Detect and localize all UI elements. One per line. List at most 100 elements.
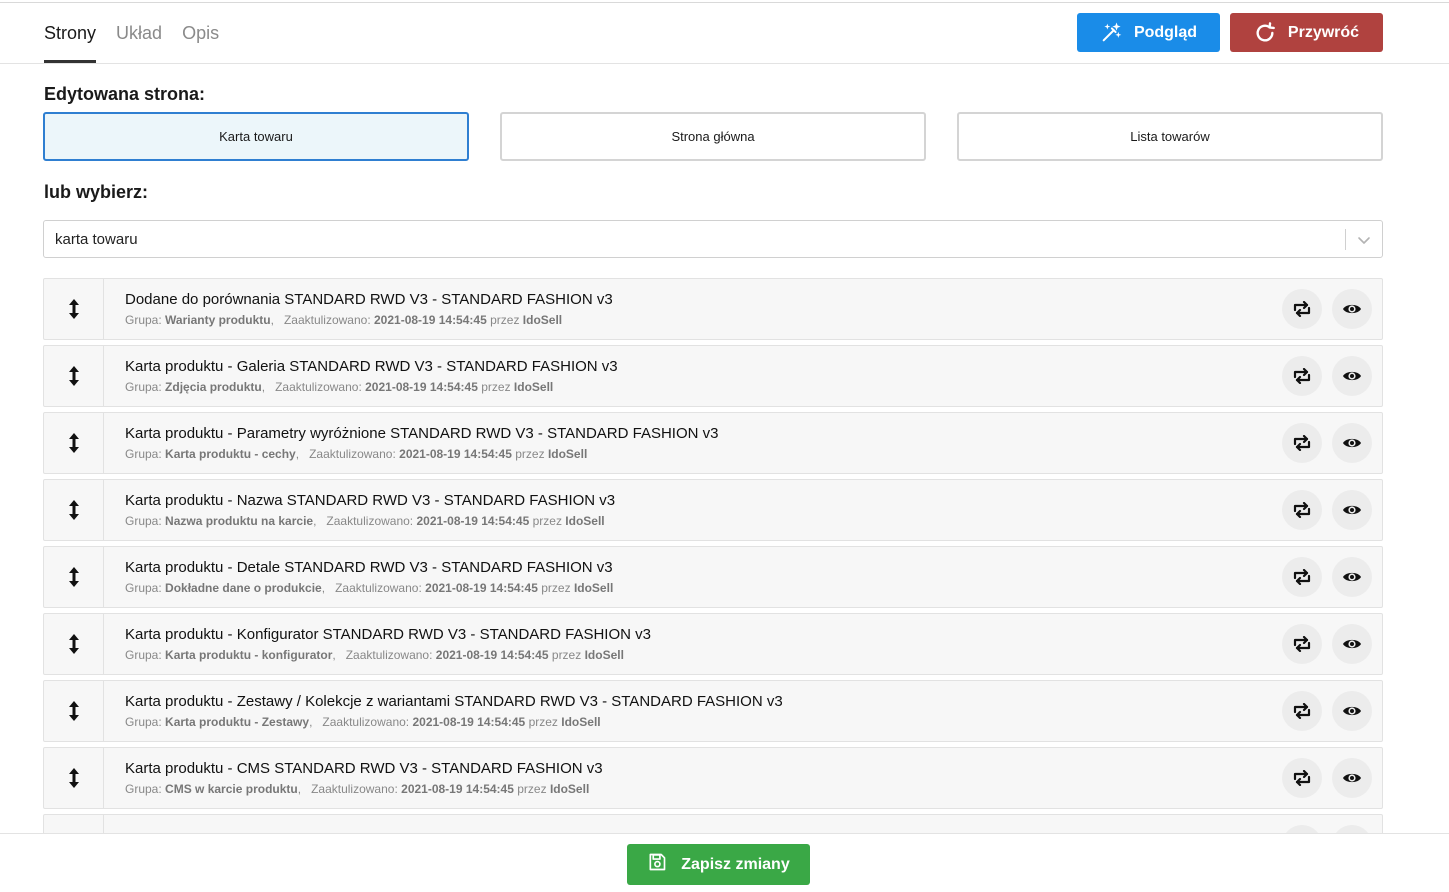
updated-label: Zaaktulizowano: — [345, 648, 433, 662]
tab-strony[interactable]: Strony — [44, 3, 97, 63]
save-icon — [647, 852, 667, 877]
module-row: Karta produktu - Parametry wyróżnione ST… — [43, 412, 1383, 474]
sync-icon[interactable] — [1282, 758, 1322, 798]
module-updated: 2021-08-19 14:54:45 — [399, 447, 512, 461]
eye-icon[interactable] — [1332, 825, 1372, 833]
sync-icon[interactable] — [1282, 691, 1322, 731]
module-row: Karta produktu - Zestawy / Kolekcje z wa… — [43, 680, 1383, 742]
module-author: IdoSell — [573, 581, 614, 595]
drag-handle-icon[interactable] — [44, 413, 104, 473]
module-title: Karta produktu - Detale STANDARD RWD V3 … — [125, 559, 613, 576]
save-button[interactable]: Zapisz zmiany — [627, 844, 810, 885]
eye-icon[interactable] — [1332, 490, 1372, 530]
preview-button[interactable]: Podgląd — [1077, 13, 1220, 52]
sync-icon[interactable] — [1282, 825, 1322, 833]
sync-icon[interactable] — [1282, 423, 1322, 463]
page-option-karta-towaru[interactable]: Karta towaru — [43, 112, 469, 161]
module-group: Karta produktu - cechy — [165, 447, 296, 461]
tab-uklad[interactable]: Układ — [116, 3, 162, 63]
module-row: Karta produktu - Detale STANDARD RWD V3 … — [43, 546, 1383, 608]
group-label: Grupa: — [125, 514, 162, 528]
select-divider — [1345, 229, 1346, 250]
tab-bar: Strony Układ Opis — [44, 3, 219, 63]
module-title: Karta produktu - Konfigurator STANDARD R… — [125, 626, 651, 643]
module-title: Karta produktu - Zestawy / Kolekcje z wa… — [125, 693, 783, 710]
group-label: Grupa: — [125, 648, 162, 662]
module-author: IdoSell — [547, 447, 588, 461]
sync-icon[interactable] — [1282, 624, 1322, 664]
sync-icon[interactable] — [1282, 356, 1322, 396]
module-group: Nazwa produktu na karcie — [165, 514, 314, 528]
module-meta: Grupa: Zdjęcia produktu, Zaaktulizowano: … — [125, 380, 554, 394]
by-label: przez — [532, 514, 562, 528]
updated-label: Zaaktulizowano: — [309, 447, 396, 461]
module-author: IdoSell — [561, 715, 601, 729]
page-select[interactable]: karta towaru — [43, 220, 1383, 258]
chevron-down-icon[interactable] — [1357, 233, 1371, 247]
module-updated: 2021-08-19 14:54:45 — [416, 514, 530, 528]
module-updated: 2021-08-19 14:54:45 — [365, 380, 478, 394]
module-group: CMS w karcie produktu — [165, 782, 298, 796]
module-title: Karta produktu - Nazwa STANDARD RWD V3 -… — [125, 492, 616, 509]
module-author: IdoSell — [513, 380, 554, 394]
module-meta: Grupa: Nazwa produktu na karcie, Zaaktuli… — [125, 514, 605, 528]
sync-icon[interactable] — [1282, 557, 1322, 597]
module-updated: 2021-08-19 14:54:45 — [374, 313, 487, 327]
footer-bar: Zapisz zmiany — [0, 833, 1449, 892]
by-label: przez — [515, 447, 545, 461]
module-meta: Grupa: Karta produktu - Zestawy, Zaaktuli… — [125, 715, 601, 729]
refresh-icon — [1254, 21, 1276, 44]
edited-page-label: Edytowana strona: — [44, 84, 206, 104]
module-title: Karta produktu - CMS STANDARD RWD V3 - S… — [125, 760, 603, 777]
module-row: Karta produktu - Nazwa STANDARD RWD V3 -… — [43, 479, 1383, 541]
updated-label: Zaaktulizowano: — [311, 782, 398, 796]
or-choose-label: lub wybierz: — [44, 182, 149, 202]
group-label: Grupa: — [125, 581, 162, 595]
header: Strony Układ Opis Podgląd Przywróć — [0, 3, 1449, 64]
restore-button[interactable]: Przywróć — [1230, 13, 1383, 52]
module-author: IdoSell — [584, 648, 624, 662]
updated-label: Zaaktulizowano: — [326, 514, 414, 528]
eye-icon[interactable] — [1332, 356, 1372, 396]
module-group: Dokładne dane o produkcie — [165, 581, 322, 595]
module-row: Dodane do porównania STANDARD RWD V3 - S… — [43, 278, 1383, 340]
preview-button-label: Podgląd — [1133, 23, 1198, 41]
by-label: przez — [551, 648, 582, 662]
updated-label: Zaaktulizowano: — [322, 715, 410, 729]
module-updated: 2021-08-19 14:54:45 — [412, 715, 526, 729]
drag-handle-icon[interactable] — [44, 614, 104, 674]
eye-icon[interactable] — [1332, 423, 1372, 463]
drag-handle-icon[interactable] — [44, 815, 104, 833]
drag-handle-icon[interactable] — [44, 480, 104, 540]
page-select-value: karta towaru — [55, 231, 138, 248]
module-row: Karta produktu - Galeria STANDARD RWD V3… — [43, 345, 1383, 407]
module-row: Karta produktu - CMS STANDARD RWD V3 - S… — [43, 747, 1383, 809]
eye-icon[interactable] — [1332, 691, 1372, 731]
page-option-strona-glowna[interactable]: Strona główna — [500, 112, 926, 161]
module-meta: Grupa: Karta produktu - konfigurator, Zaa… — [125, 648, 624, 662]
eye-icon[interactable] — [1332, 557, 1372, 597]
group-label: Grupa: — [125, 715, 162, 729]
group-label: Grupa: — [125, 782, 162, 796]
by-label: przez — [528, 715, 558, 729]
module-row: Karta produktu - Konfigurator STANDARD R… — [43, 613, 1383, 675]
drag-handle-icon[interactable] — [44, 681, 104, 741]
eye-icon[interactable] — [1332, 624, 1372, 664]
module-group: Warianty produktu — [165, 313, 271, 327]
drag-handle-icon[interactable] — [44, 279, 104, 339]
module-group: Karta produktu - konfigurator — [165, 648, 333, 662]
module-row — [43, 814, 1383, 833]
eye-icon[interactable] — [1332, 758, 1372, 798]
group-label: Grupa: — [125, 313, 162, 327]
eye-icon[interactable] — [1332, 289, 1372, 329]
drag-handle-icon[interactable] — [44, 346, 104, 406]
module-author: IdoSell — [549, 782, 590, 796]
module-list: Dodane do porównania STANDARD RWD V3 - S… — [43, 278, 1383, 833]
drag-handle-icon[interactable] — [44, 748, 104, 808]
sync-icon[interactable] — [1282, 490, 1322, 530]
group-label: Grupa: — [125, 380, 162, 394]
drag-handle-icon[interactable] — [44, 547, 104, 607]
sync-icon[interactable] — [1282, 289, 1322, 329]
page-option-lista-towarow[interactable]: Lista towarów — [957, 112, 1383, 161]
tab-opis[interactable]: Opis — [182, 3, 219, 63]
